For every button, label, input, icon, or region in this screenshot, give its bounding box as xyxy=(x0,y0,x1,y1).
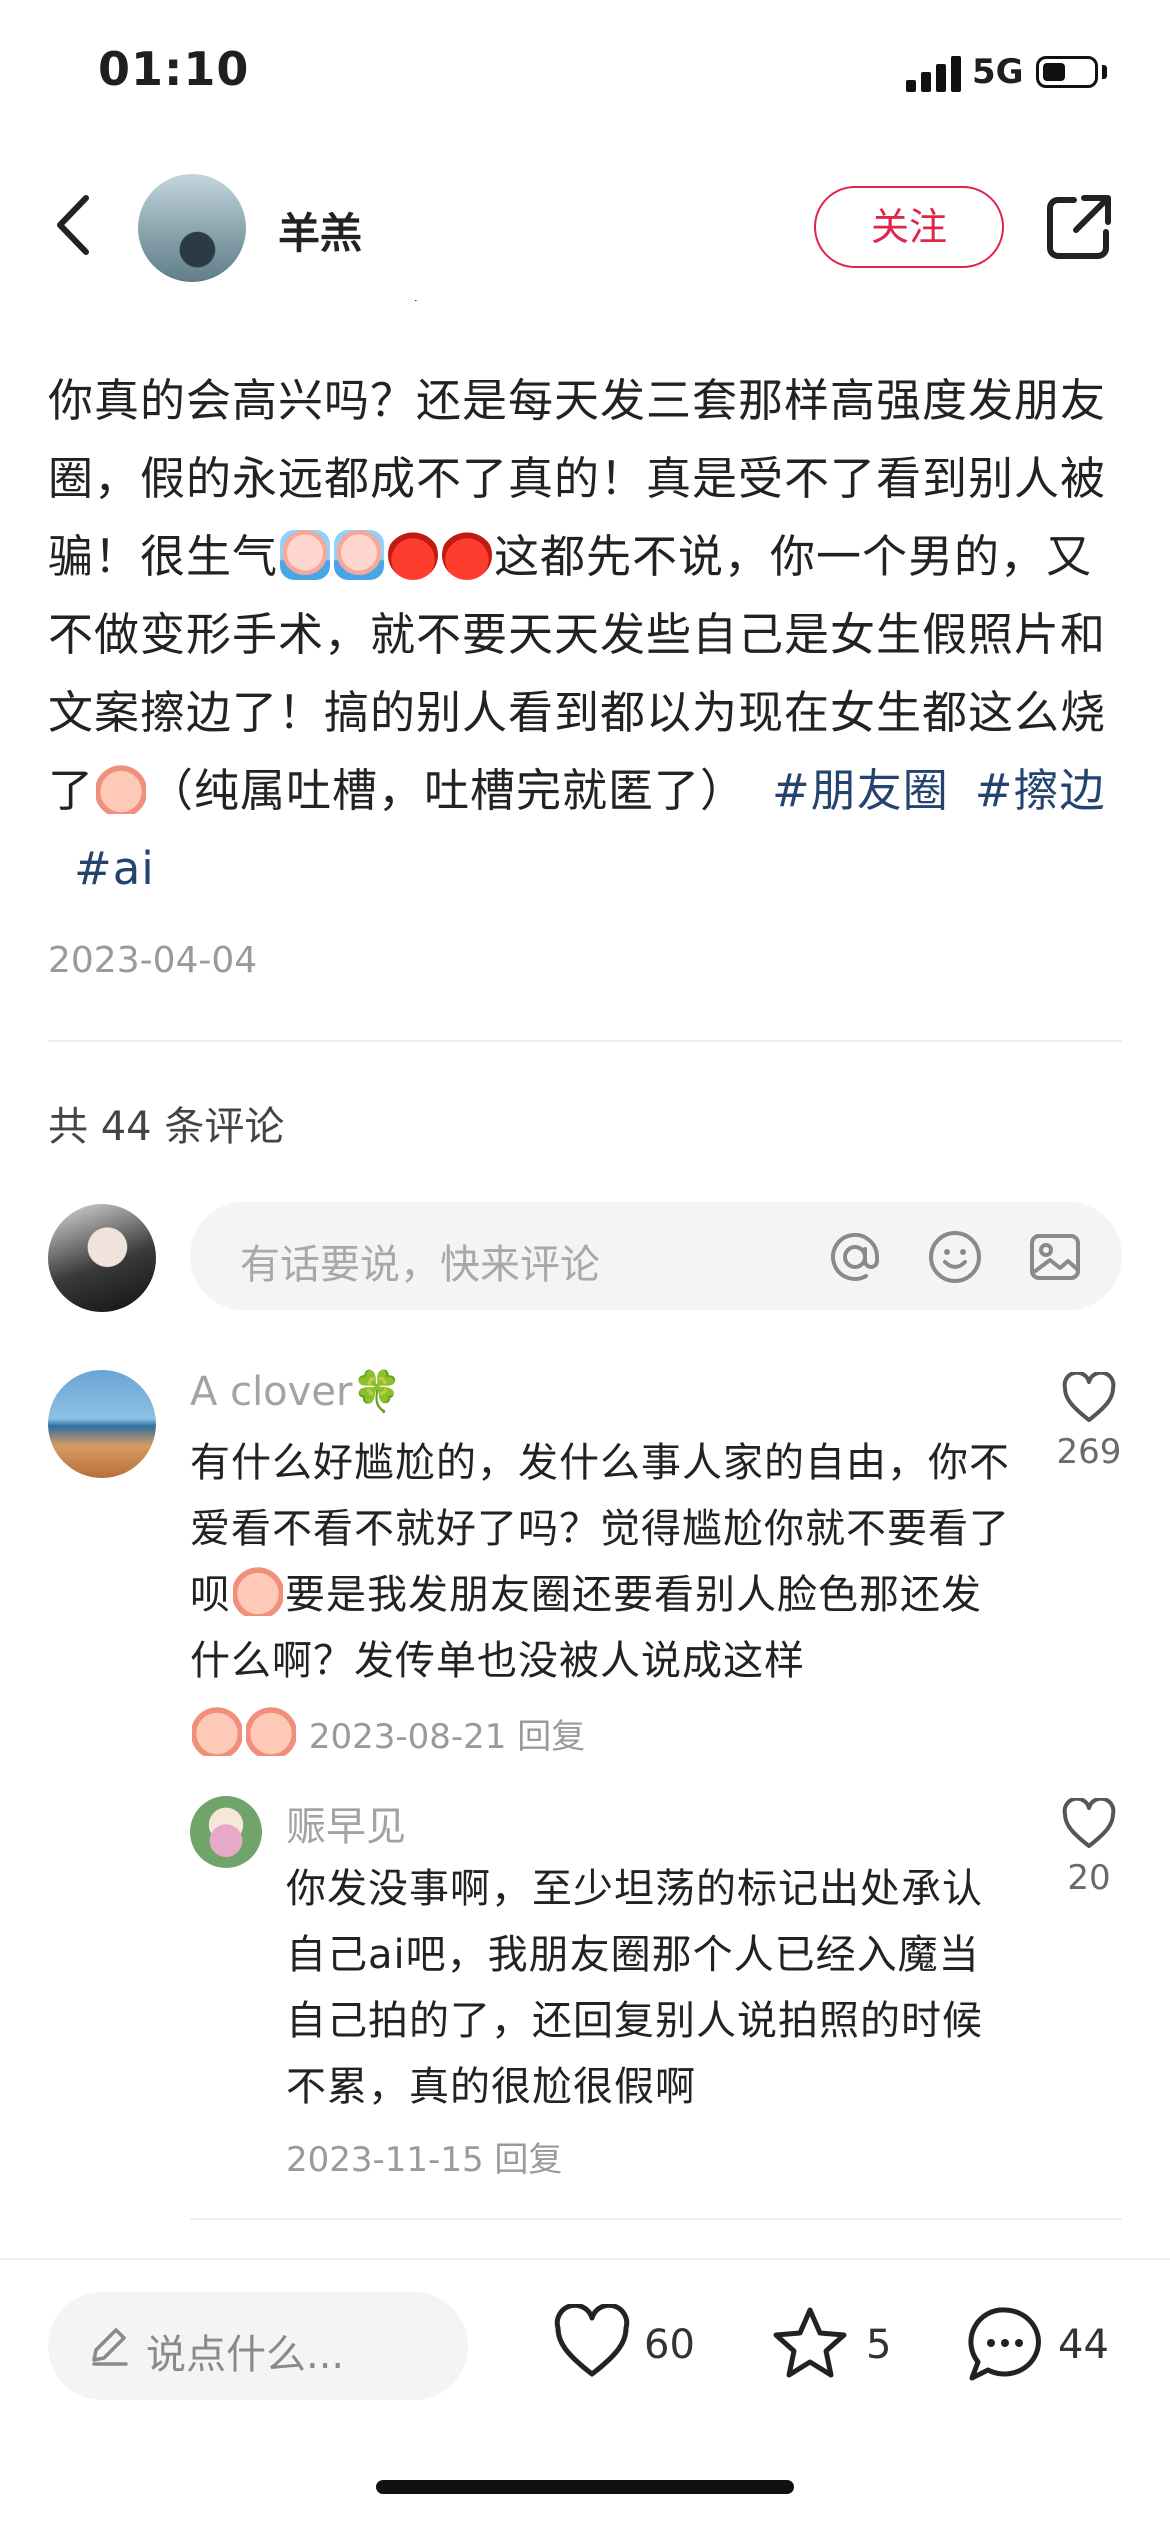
post-detail-page: 01:10 5G 有一样是你自己的，就算收获了赞美又能怎样？ 你真的会高兴吗？还… xyxy=(0,0,1170,2532)
reply-avatar[interactable] xyxy=(190,1796,262,1868)
author-name[interactable]: 羊羔 xyxy=(278,200,362,261)
comment-date: 2023-08-21 xyxy=(308,1717,507,1757)
cellular-signal-icon xyxy=(906,56,962,92)
hashtag-link[interactable]: #擦边 xyxy=(975,764,1106,817)
comment-input[interactable]: 有话要说，快来评论 xyxy=(190,1202,1122,1310)
image-icon[interactable] xyxy=(1026,1228,1084,1286)
crying-emoji-icon xyxy=(334,530,385,580)
angry-devil-emoji-icon xyxy=(388,530,439,580)
comment-like-button[interactable]: 269 xyxy=(1044,1370,1134,1472)
comment-count: 44 xyxy=(1058,2322,1109,2368)
home-indicator xyxy=(376,2480,794,2494)
comment-like-count: 269 xyxy=(1056,1432,1122,1472)
divider xyxy=(190,2218,1122,2220)
battery-icon xyxy=(1036,56,1098,88)
post-paragraph-3: （纯属吐槽，吐槽完就匿了） xyxy=(148,764,747,817)
peach-emoji-icon xyxy=(96,764,147,814)
heart-icon xyxy=(1062,1796,1116,1848)
share-button[interactable] xyxy=(1044,192,1114,262)
peach-emoji-icon xyxy=(246,1706,296,1756)
chevron-left-icon xyxy=(57,195,89,255)
share-icon xyxy=(1047,195,1111,259)
comment-count-label: 共 44 条评论 xyxy=(48,1104,285,1150)
reply-text: 你发没事啊，至少坦荡的标记出处承认自己ai吧，我朋友圈那个人已经入魔当自己拍的了… xyxy=(286,1866,983,2110)
post-date: 2023-04-04 xyxy=(48,940,258,981)
heart-icon xyxy=(1062,1370,1116,1422)
reply-commenter-name[interactable]: 赈早见 xyxy=(286,1794,406,1852)
status-bar: 01:10 5G xyxy=(0,0,1170,150)
emoji-smile-icon[interactable] xyxy=(926,1228,984,1286)
favorite-button[interactable]: 5 xyxy=(770,2304,900,2388)
divider xyxy=(48,1040,1122,1042)
comment-text: 有什么好尴尬的，发什么事人家的自由，你不爱看不看不就好了吗？觉得尴尬你就不要看了… xyxy=(190,1430,1020,1694)
peach-emoji-icon xyxy=(233,1566,283,1616)
reply-date: 2023-11-15 xyxy=(286,2140,484,2180)
reply-like-button[interactable]: 20 xyxy=(1044,1796,1134,1898)
follow-button[interactable]: 关注 xyxy=(814,186,1004,268)
angry-devil-emoji-icon xyxy=(442,530,493,580)
commenter-avatar[interactable] xyxy=(48,1370,156,1478)
reply-like-count: 20 xyxy=(1067,1858,1111,1898)
comment-bubble-icon xyxy=(968,2307,1041,2381)
battery-cap xyxy=(1102,65,1107,79)
author-avatar[interactable] xyxy=(138,174,246,282)
pencil-icon xyxy=(92,2328,128,2366)
network-type: 5G xyxy=(972,52,1024,92)
star-icon xyxy=(773,2307,847,2378)
my-avatar xyxy=(48,1204,156,1312)
favorite-count: 5 xyxy=(866,2322,892,2368)
crying-emoji-icon xyxy=(280,530,331,580)
say-something-input[interactable]: 说点什么... xyxy=(48,2292,468,2400)
hashtag-link[interactable]: #朋友圈 xyxy=(772,764,949,817)
post-body: 你真的会高兴吗？还是每天发三套那样高强度发朋友圈，假的永远都成不了真的！真是受不… xyxy=(48,362,1128,908)
back-button[interactable] xyxy=(46,190,106,260)
reply-button[interactable]: 回复 xyxy=(517,1717,585,1757)
comment-button[interactable]: 44 xyxy=(964,2304,1114,2388)
reply-button[interactable]: 回复 xyxy=(494,2140,562,2180)
like-count: 60 xyxy=(644,2322,695,2368)
reply-meta: 2023-11-15 回复 xyxy=(286,2132,562,2181)
say-something-placeholder: 说点什么... xyxy=(146,2332,345,2378)
like-button[interactable]: 60 xyxy=(552,2304,702,2388)
commenter-name[interactable]: A clover🍀 xyxy=(190,1368,402,1415)
comment-text-part: 要是我发朋友圈还要看别人脸色那还发什么啊？发传单也没被人说成这样 xyxy=(190,1572,982,1684)
top-nav-bar: 羊羔 关注 xyxy=(0,150,1170,300)
hashtag-link[interactable]: #ai xyxy=(74,842,155,895)
heart-icon xyxy=(554,2304,630,2377)
mention-icon[interactable] xyxy=(826,1228,884,1286)
comment-input-placeholder: 有话要说，快来评论 xyxy=(240,1242,600,1288)
peach-emoji-icon xyxy=(192,1706,242,1756)
comment-meta: 2023-08-21 回复 xyxy=(190,1706,585,1758)
status-time: 01:10 xyxy=(98,42,250,96)
